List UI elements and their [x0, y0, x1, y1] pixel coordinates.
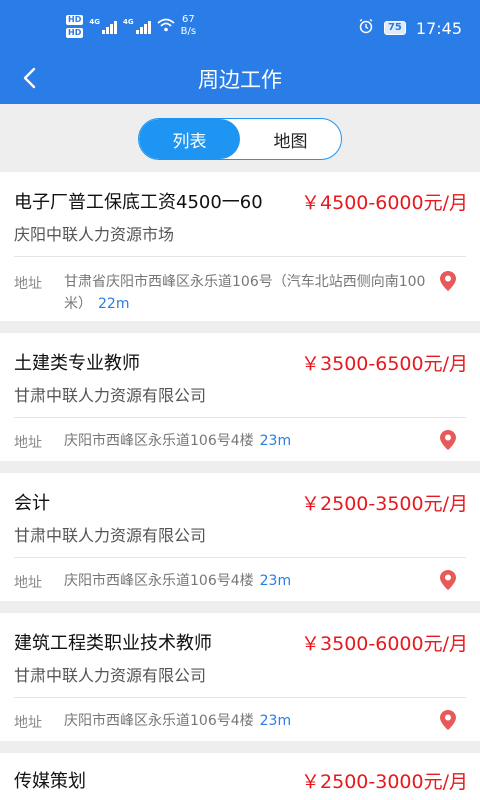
- hd-badge: HD: [66, 27, 84, 38]
- nav-bar: 周边工作: [0, 56, 480, 104]
- status-left: HD HD 4G 4G 67 B/s: [66, 14, 196, 38]
- address-value: 庆阳市西峰区永乐道106号4楼: [64, 433, 254, 449]
- address-label: 地址: [14, 715, 42, 731]
- job-title: 传媒策划: [14, 771, 86, 792]
- address-text: 庆阳市西峰区永乐道106号4楼 23m: [64, 570, 426, 592]
- job-salary: ￥2500-3000元/月: [301, 771, 468, 793]
- app-header: HD HD 4G 4G 67 B/s 75 17:45 周边工作: [0, 0, 480, 104]
- job-card[interactable]: 土建类专业教师 ￥3500-6500元/月 甘肃中联人力资源有限公司 地址 庆阳…: [0, 333, 480, 461]
- company-name: 甘肃中联人力资源有限公司: [14, 386, 207, 405]
- distance: 23m: [259, 433, 292, 449]
- company-name: 甘肃中联人力资源有限公司: [14, 526, 207, 545]
- network-speed: 67 B/s: [181, 14, 196, 38]
- job-salary: ￥3500-6000元/月: [301, 633, 468, 655]
- location-pin-icon[interactable]: [440, 271, 456, 291]
- speed-value: 67: [181, 14, 195, 25]
- distance: 23m: [259, 573, 292, 589]
- company-name: 甘肃中联人力资源有限公司: [14, 666, 207, 685]
- tab-map[interactable]: 地图: [240, 119, 341, 159]
- location-pin-icon[interactable]: [440, 570, 456, 590]
- company-name: 庆阳中联人力资源市场: [14, 225, 175, 244]
- speed-unit: B/s: [180, 26, 197, 37]
- address-text: 庆阳市西峰区永乐道106号4楼 23m: [64, 430, 426, 452]
- location-pin-icon[interactable]: [440, 430, 456, 450]
- address-label: 地址: [14, 575, 42, 591]
- job-card[interactable]: 传媒策划 ￥2500-3000元/月: [0, 753, 480, 800]
- location-pin-icon[interactable]: [440, 710, 456, 730]
- signal-icon: 4G: [123, 18, 151, 34]
- network-type: 4G: [122, 18, 134, 26]
- address-label: 地址: [14, 276, 42, 292]
- job-card[interactable]: 建筑工程类职业技术教师 ￥3500-6000元/月 甘肃中联人力资源有限公司 地…: [0, 613, 480, 741]
- job-card[interactable]: 电子厂普工保底工资4500一60 ￥4500-6000元/月 庆阳中联人力资源市…: [0, 172, 480, 321]
- address-text: 庆阳市西峰区永乐道106号4楼 23m: [64, 710, 426, 732]
- job-title: 建筑工程类职业技术教师: [14, 633, 212, 654]
- view-switcher: 列表 地图: [138, 118, 342, 160]
- hd-indicators: HD HD: [66, 14, 84, 38]
- status-right: 75 17:45: [358, 18, 462, 38]
- job-salary: ￥4500-6000元/月: [301, 192, 468, 214]
- address-text: 甘肃省庆阳市西峰区永乐道106号（汽车北站西侧向南100米） 22m: [64, 271, 426, 315]
- tab-list[interactable]: 列表: [139, 119, 240, 159]
- page-title: 周边工作: [198, 68, 282, 92]
- job-title: 土建类专业教师: [14, 353, 140, 374]
- job-salary: ￥3500-6500元/月: [301, 353, 468, 375]
- hd-badge: HD: [66, 14, 84, 25]
- job-title: 会计: [14, 493, 50, 514]
- distance: 23m: [259, 713, 292, 729]
- view-switcher-area: 列表 地图: [0, 104, 480, 172]
- address-label: 地址: [14, 435, 42, 451]
- clock: 17:45: [415, 18, 462, 38]
- battery-indicator: 75: [383, 21, 406, 35]
- alarm-icon: [358, 18, 374, 38]
- distance: 22m: [98, 296, 130, 312]
- job-title: 电子厂普工保底工资4500一60: [14, 192, 263, 213]
- job-salary: ￥2500-3500元/月: [301, 493, 468, 515]
- signal-icon: 4G: [89, 18, 117, 34]
- address-value: 庆阳市西峰区永乐道106号4楼: [64, 713, 254, 729]
- status-bar: HD HD 4G 4G 67 B/s 75 17:45: [0, 0, 480, 56]
- address-value: 庆阳市西峰区永乐道106号4楼: [64, 573, 254, 589]
- wifi-icon: [157, 17, 175, 36]
- network-type: 4G: [89, 18, 100, 26]
- job-card[interactable]: 会计 ￥2500-3500元/月 甘肃中联人力资源有限公司 地址 庆阳市西峰区永…: [0, 473, 480, 601]
